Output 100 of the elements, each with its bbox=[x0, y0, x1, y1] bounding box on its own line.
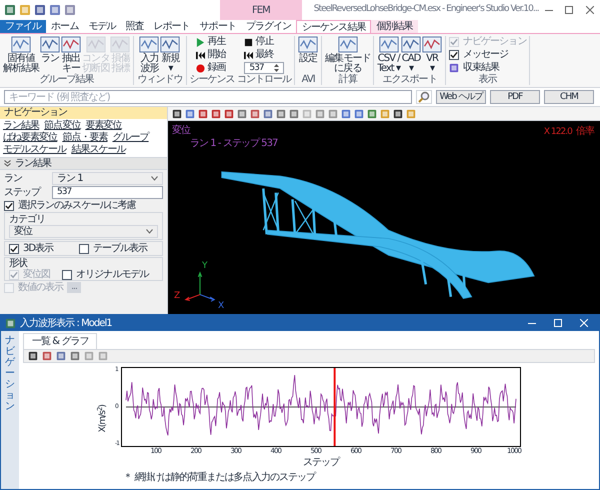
checkbox-label: メッセージ bbox=[463, 49, 508, 61]
tool-icon bbox=[338, 36, 358, 53]
ribbon-button[interactable]: 編集モード に戻る bbox=[325, 36, 370, 74]
ribbon-button[interactable]: 抽出 キー bbox=[61, 36, 82, 74]
ribbon-button[interactable]: 固有値 解析結果 bbox=[3, 36, 40, 74]
checkbox-label: 数値の表示 bbox=[18, 282, 64, 293]
nav-link[interactable]: 要素変位 bbox=[85, 120, 122, 132]
keyword-search-field[interactable]: キーワード (例 照査など) bbox=[4, 90, 412, 104]
search-button[interactable] bbox=[416, 90, 432, 104]
chart-note: ＊ 網掛けは静的荷重または多点入力のステップ bbox=[123, 470, 316, 485]
checkbox[interactable] bbox=[9, 244, 19, 254]
chevron-down-icon bbox=[151, 176, 158, 181]
collapse-icon bbox=[4, 160, 11, 167]
help-button[interactable]: PDF bbox=[490, 90, 540, 104]
x-axis-label: ステップ bbox=[302, 456, 340, 470]
ribbon-tab[interactable]: ホーム bbox=[46, 20, 84, 33]
ribbon-tab[interactable]: レポート bbox=[148, 20, 195, 33]
skip-icon bbox=[196, 50, 206, 60]
ribbon-button[interactable]: ラン bbox=[40, 36, 60, 64]
playback-button[interactable]: 録画 bbox=[196, 62, 236, 74]
tool-icon bbox=[86, 36, 106, 53]
nav-link[interactable]: ばね要素変位 bbox=[3, 132, 58, 144]
app-icon bbox=[5, 318, 16, 328]
step-field[interactable]: 537 bbox=[52, 186, 163, 199]
checkbox-label: オリジナルモデル bbox=[76, 269, 148, 280]
window-title: 入力波形表示 : Model1 bbox=[20, 316, 113, 330]
field-label: ステップ bbox=[4, 187, 42, 198]
redo-icon[interactable] bbox=[64, 4, 76, 16]
playback-button[interactable]: 開始 bbox=[196, 49, 236, 61]
group-label: シーケンス コントロール bbox=[190, 74, 292, 85]
minimize-icon bbox=[528, 322, 536, 324]
playback-button[interactable]: 最終 bbox=[244, 49, 284, 61]
group-label: AVI bbox=[302, 74, 315, 85]
checkbox-label: テーブル表示 bbox=[93, 243, 148, 254]
nav-link[interactable]: 節点・要素 bbox=[62, 132, 108, 144]
ribbon-button[interactable]: CAD ▾ bbox=[401, 36, 422, 74]
checkbox-label: ナビゲーション bbox=[463, 36, 526, 48]
tool-icon bbox=[298, 36, 318, 53]
close-icon bbox=[586, 6, 594, 14]
tool-icon bbox=[40, 36, 60, 53]
ribbon-tab[interactable]: プラグイン bbox=[240, 20, 296, 33]
ribbon-tab[interactable]: モデル bbox=[83, 20, 120, 33]
ribbon-button[interactable]: VR ▾ bbox=[422, 36, 442, 74]
context-tab-header: FEM bbox=[220, 0, 302, 20]
ribbon-tab[interactable]: シーケンス結果 bbox=[296, 20, 372, 33]
maximize-icon bbox=[554, 319, 562, 327]
checkbox-label: 選択ランのみスケールに考慮 bbox=[18, 200, 136, 211]
checkbox[interactable] bbox=[449, 50, 460, 60]
help-button[interactable]: Web ヘルプ bbox=[436, 90, 486, 104]
save-icon[interactable] bbox=[34, 4, 46, 16]
scale-value: X 122.0 bbox=[544, 126, 572, 139]
nav-link[interactable]: 節点変位 bbox=[44, 120, 80, 132]
playback-button[interactable]: 停止 bbox=[244, 36, 284, 48]
ribbon-button[interactable]: 設定 bbox=[298, 36, 318, 64]
ribbon-button[interactable]: 入力 波形 bbox=[139, 36, 160, 74]
checkbox[interactable] bbox=[79, 244, 89, 254]
group-label: ウィンドウ bbox=[137, 74, 182, 85]
record-icon bbox=[196, 64, 206, 72]
tool-icon bbox=[422, 36, 442, 53]
chart-icon bbox=[449, 63, 460, 73]
run-select[interactable]: ラン 1 bbox=[52, 172, 163, 185]
tool-icon bbox=[401, 36, 422, 53]
convergence-button[interactable]: 収束結果 bbox=[449, 62, 526, 74]
spin-arrows-icon bbox=[274, 64, 280, 72]
app-icon bbox=[4, 4, 16, 16]
nav-link[interactable]: ラン結果 bbox=[3, 120, 40, 132]
search-icon bbox=[418, 91, 430, 103]
checkbox-label: 3D表示 bbox=[23, 243, 55, 254]
checkbox[interactable] bbox=[4, 200, 14, 210]
ribbon-tab[interactable]: 照査 bbox=[120, 20, 149, 33]
stop-icon bbox=[244, 38, 254, 46]
close-icon bbox=[580, 319, 588, 327]
ribbon-button[interactable]: CSV / Text ▾ bbox=[377, 36, 400, 74]
group-label: 計算 bbox=[338, 74, 357, 85]
tool-icon bbox=[61, 36, 82, 53]
help-button[interactable]: CHM bbox=[544, 90, 594, 104]
ribbon-button[interactable]: 新規 ▾ bbox=[160, 36, 180, 74]
axis-label: X bbox=[218, 301, 224, 311]
axis-label: Y bbox=[202, 261, 207, 271]
ribbon-tab[interactable]: ファイル bbox=[0, 20, 46, 33]
nav-link[interactable]: 結果スケール bbox=[71, 144, 126, 156]
tool-icon bbox=[139, 36, 160, 53]
tool-icon bbox=[160, 36, 180, 53]
group-label: 形状 bbox=[9, 258, 28, 269]
section-header[interactable]: ラン結果 bbox=[0, 157, 167, 170]
checkbox[interactable] bbox=[62, 270, 72, 280]
ribbon-tab[interactable]: 個別結果 bbox=[371, 20, 418, 33]
step-spinner[interactable]: 537 bbox=[244, 62, 284, 74]
playback-button[interactable]: 再生 bbox=[196, 36, 236, 48]
group-label: グループ結果 bbox=[40, 74, 94, 85]
field-label: ラン bbox=[4, 173, 24, 184]
chevron-down-icon bbox=[146, 229, 153, 234]
ribbon-tab[interactable]: サポート bbox=[194, 20, 241, 33]
undo-icon[interactable] bbox=[49, 4, 61, 16]
nav-link[interactable]: グループ bbox=[112, 132, 149, 144]
category-select[interactable]: 変位 bbox=[9, 225, 158, 238]
play-icon bbox=[196, 38, 206, 46]
nav-link[interactable]: モデルスケール bbox=[3, 144, 66, 156]
maximize-icon bbox=[565, 6, 574, 14]
scale-label: 倍率 bbox=[576, 124, 594, 139]
